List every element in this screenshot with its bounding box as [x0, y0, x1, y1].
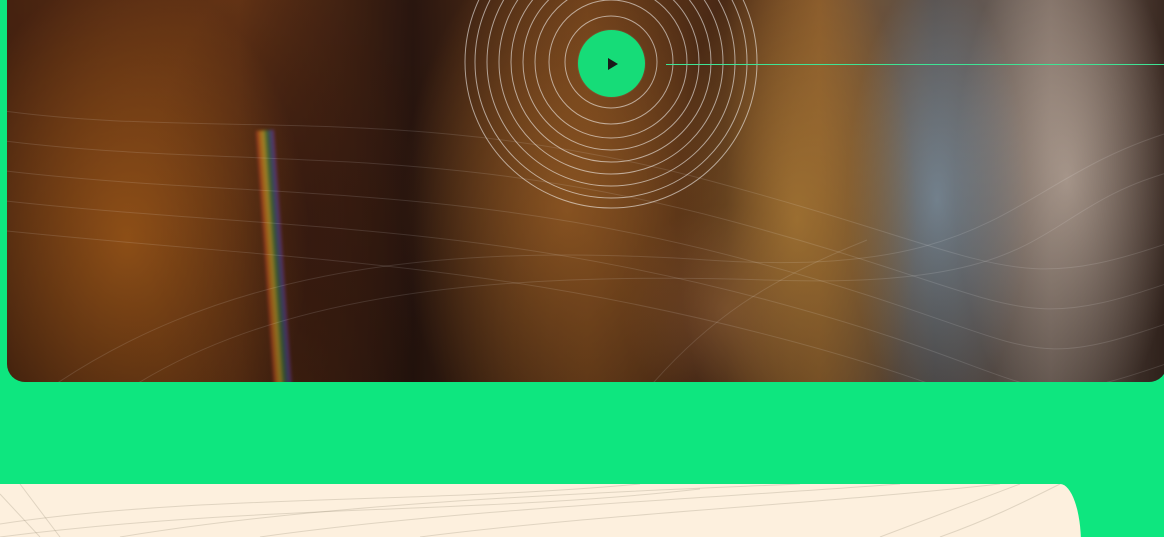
cream-decorative-lines — [0, 484, 1061, 537]
video-progress-line — [666, 64, 1164, 65]
video-card[interactable] — [7, 0, 1164, 382]
play-icon — [608, 57, 618, 70]
play-button[interactable] — [578, 30, 645, 97]
